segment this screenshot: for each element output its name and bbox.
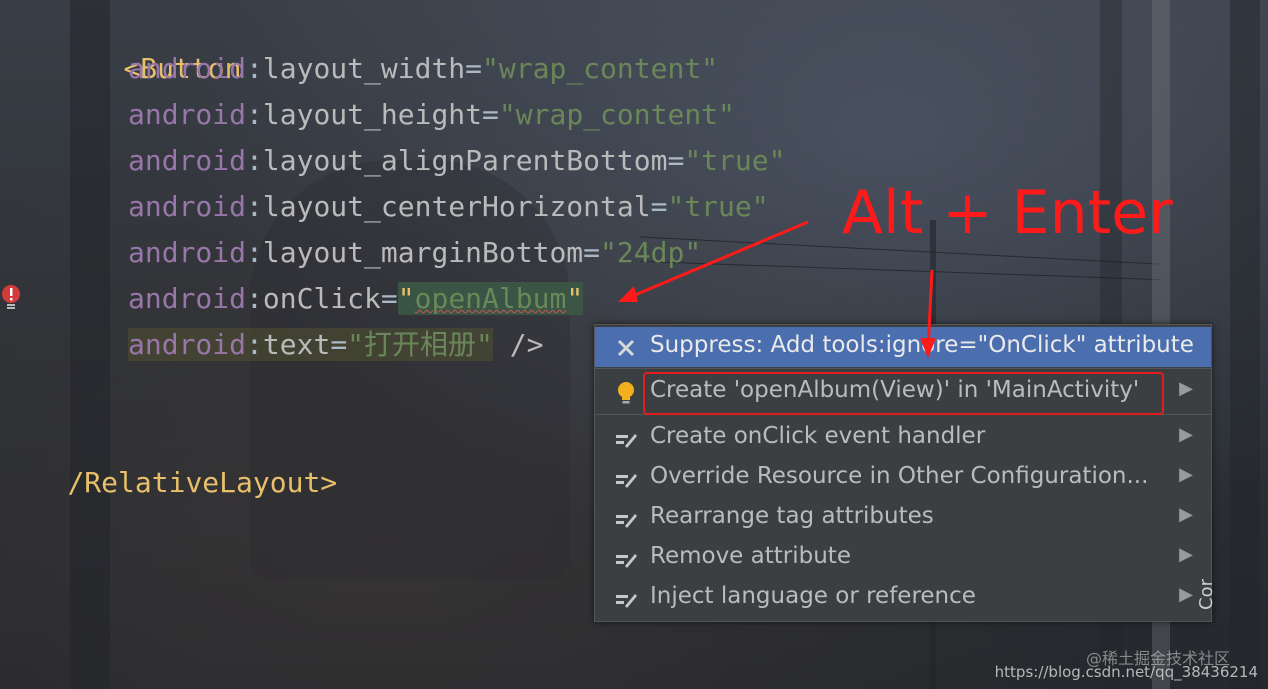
annotation-highlight-box	[643, 372, 1164, 415]
code-line-layout-width: android:layout_width="wrap_content"	[128, 52, 719, 85]
pencil-intention-icon	[616, 434, 637, 448]
watermark-url: https://blog.csdn.net/qq_38436214	[994, 663, 1258, 681]
annotation-alt-enter: Alt + Enter	[842, 178, 1173, 248]
pencil-intention-icon	[616, 594, 637, 608]
submenu-arrow-icon: ▶	[1179, 378, 1193, 399]
error-bulb-gutter-icon[interactable]	[0, 284, 22, 310]
submenu-arrow-icon: ▶	[1179, 504, 1193, 525]
submenu-arrow-icon: ▶	[1179, 424, 1193, 445]
submenu-arrow-icon: ▶	[1179, 584, 1193, 605]
menu-item-rearrange-tag-attributes[interactable]: Rearrange tag attributes ▶	[595, 498, 1211, 538]
menu-item-create-onclick-handler[interactable]: Create onClick event handler ▶	[595, 418, 1211, 458]
menu-item-remove-attribute[interactable]: Remove attribute ▶	[595, 538, 1211, 578]
code-line-text: android:text="打开相册" />	[128, 328, 544, 361]
menu-item-override-resource[interactable]: Override Resource in Other Configuration…	[595, 458, 1211, 498]
code-line-button-open: <Button	[123, 52, 242, 85]
code-line-relativelayout-close: /RelativeLayout>	[67, 466, 338, 499]
sidebar-tool-label[interactable]: Cor	[1196, 579, 1217, 610]
submenu-arrow-icon: ▶	[1179, 464, 1193, 485]
onclick-value-error[interactable]: openAlbum	[415, 282, 567, 315]
submenu-arrow-icon: ▶	[1179, 544, 1193, 565]
code-line-align-parent-bottom: android:layout_alignParentBottom="true"	[128, 144, 786, 177]
code-line-onclick: android:onClick="openAlbum"	[128, 282, 584, 315]
lightbulb-icon	[618, 382, 634, 404]
menu-item-suppress[interactable]: Suppress: Add tools:ignore="OnClick" att…	[595, 327, 1211, 367]
close-x-icon	[617, 339, 635, 357]
pencil-intention-icon	[616, 474, 637, 488]
pencil-intention-icon	[616, 554, 637, 568]
pencil-intention-icon	[616, 514, 637, 528]
intention-actions-popup: Suppress: Add tools:ignore="OnClick" att…	[594, 324, 1212, 622]
code-line-center-horizontal: android:layout_centerHorizontal="true"	[128, 190, 769, 223]
code-line-layout-height: android:layout_height="wrap_content"	[128, 98, 735, 131]
menu-item-inject-language[interactable]: Inject language or reference ▶	[595, 578, 1211, 618]
code-line-margin-bottom: android:layout_marginBottom="24dp"	[128, 236, 702, 269]
